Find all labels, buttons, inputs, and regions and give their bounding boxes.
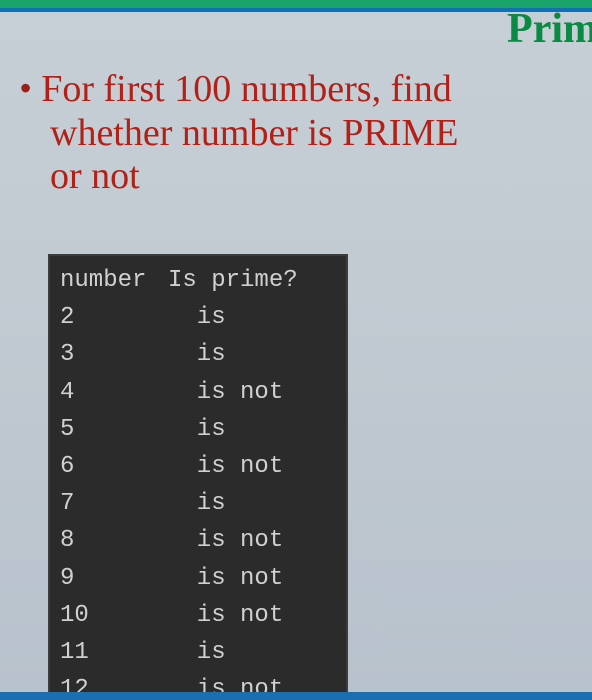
- terminal-cell-result: is not: [168, 597, 283, 634]
- terminal-cell-number: 2: [60, 299, 168, 336]
- terminal-cell-result: is: [168, 485, 226, 522]
- terminal-row: 8 is not: [60, 522, 336, 559]
- terminal-cell-result: is: [168, 634, 226, 671]
- terminal-row: 3 is: [60, 336, 336, 373]
- terminal-cell-number: 11: [60, 634, 168, 671]
- terminal-row: 6 is not: [60, 448, 336, 485]
- terminal-cell-result: is not: [168, 374, 283, 411]
- terminal-header-result: Is prime?: [168, 262, 298, 299]
- slide-title-fragment: Prim: [507, 0, 592, 50]
- terminal-cell-result: is: [168, 336, 226, 373]
- bullet-text-line1: For first 100 numbers, find: [41, 68, 452, 110]
- bullet-text-line3: or not: [50, 155, 572, 199]
- terminal-cell-result: is not: [168, 448, 283, 485]
- terminal-row: 10 is not: [60, 597, 336, 634]
- terminal-cell-number: 9: [60, 560, 168, 597]
- terminal-cell-number: 5: [60, 411, 168, 448]
- bullet-dot-icon: •: [20, 70, 31, 106]
- terminal-row: 9 is not: [60, 560, 336, 597]
- terminal-row: 7 is: [60, 485, 336, 522]
- bullet-list: • For first 100 numbers, find whether num…: [20, 68, 572, 199]
- terminal-cell-result: is: [168, 299, 226, 336]
- terminal-rows-container: 2 is3 is4 is not5 is6 is not7 is8 is not…: [60, 299, 336, 700]
- terminal-cell-number: 4: [60, 374, 168, 411]
- terminal-cell-number: 6: [60, 448, 168, 485]
- top-accent-bar-2: [0, 8, 592, 12]
- terminal-cell-number: 10: [60, 597, 168, 634]
- top-accent-bar: [0, 0, 592, 8]
- terminal-cell-number: 8: [60, 522, 168, 559]
- terminal-row: 11 is: [60, 634, 336, 671]
- terminal-cell-result: is: [168, 411, 226, 448]
- terminal-cell-number: 3: [60, 336, 168, 373]
- terminal-header-number: number: [60, 262, 168, 299]
- bullet-text-line2: whether number is PRIME: [50, 112, 572, 156]
- bullet-item: • For first 100 numbers, find: [20, 68, 572, 112]
- bottom-accent-bar: [0, 692, 592, 700]
- terminal-row: 5 is: [60, 411, 336, 448]
- terminal-row: 4 is not: [60, 374, 336, 411]
- terminal-row: 2 is: [60, 299, 336, 336]
- terminal-header-row: numberIs prime?: [60, 262, 336, 299]
- slide-surface: Prim • For first 100 numbers, find whethe…: [0, 0, 592, 700]
- terminal-cell-result: is not: [168, 522, 283, 559]
- terminal-output: numberIs prime? 2 is3 is4 is not5 is6 is…: [48, 254, 348, 700]
- terminal-cell-result: is not: [168, 560, 283, 597]
- terminal-cell-number: 7: [60, 485, 168, 522]
